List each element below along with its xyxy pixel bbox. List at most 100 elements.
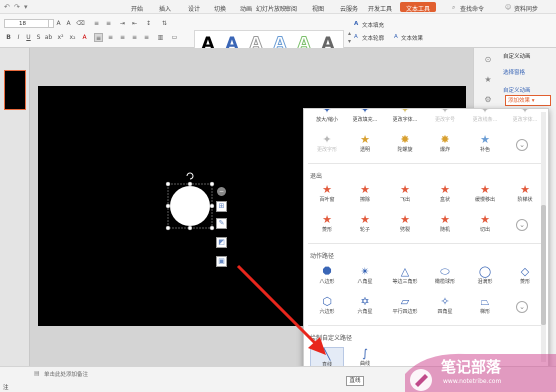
strikethrough-icon[interactable]: ab xyxy=(44,33,53,42)
sync-label[interactable]: 资料同步 xyxy=(514,4,538,13)
numbering-icon[interactable]: ≡ xyxy=(104,19,113,28)
menu-animation[interactable]: 动画 xyxy=(240,4,252,13)
float-crop-icon[interactable]: ◩ xyxy=(216,237,227,248)
menu-text-tools[interactable]: 文本工具 xyxy=(400,2,437,13)
menu-view[interactable]: 视图 xyxy=(312,4,324,13)
effect-change-line[interactable]: ✦ 更改线条... xyxy=(468,109,502,127)
path-four-star[interactable]: ✧ 四角星 xyxy=(428,295,462,319)
font-color-icon[interactable]: A xyxy=(80,33,89,42)
path-hexagon[interactable]: ⬡ 六边形 xyxy=(310,295,344,319)
float-minus-icon[interactable]: − xyxy=(217,187,226,196)
bold-icon[interactable]: B xyxy=(4,33,13,42)
effect-change-style[interactable]: ✦ 更改字形 xyxy=(310,133,344,157)
clear-format-icon[interactable]: ⌫ xyxy=(76,19,85,28)
path-parallelogram[interactable]: ▱ 平行四边形 xyxy=(388,295,422,319)
expand-exit-icon[interactable]: ⌄ xyxy=(516,219,528,231)
path-football[interactable]: ⬭ 橄榄球形 xyxy=(428,265,462,289)
search-icon[interactable]: ⌕ xyxy=(452,4,455,12)
float-image-icon[interactable]: ▣ xyxy=(216,256,227,267)
path-diamond[interactable]: ◇ 菱形 xyxy=(508,265,542,289)
line-spacing-icon[interactable]: ↕ xyxy=(144,19,153,28)
exit-box[interactable]: ★ 盒状 xyxy=(428,183,462,207)
text-outline-icon[interactable]: A xyxy=(354,34,358,40)
indent-icon[interactable]: ⇥ xyxy=(118,19,127,28)
gallery-down-icon[interactable]: ▾ xyxy=(348,38,351,45)
effect-transparent[interactable]: ★ 透明 xyxy=(348,133,382,157)
align-left-icon[interactable]: ≡ xyxy=(94,33,103,42)
dropdown-icon[interactable]: ▾ xyxy=(24,3,28,11)
menu-review[interactable]: 审阅 xyxy=(285,4,297,13)
effect-grow-shrink[interactable]: ✦ 放大/缩小 xyxy=(310,109,344,127)
underline-icon[interactable]: U xyxy=(24,33,33,42)
exit-fly-out[interactable]: ★ 飞出 xyxy=(388,183,422,207)
outdent-icon[interactable]: ⇤ xyxy=(130,19,139,28)
user-icon[interactable]: ☺ xyxy=(505,4,511,11)
exit-step-down[interactable]: ★ 阶梯状 xyxy=(508,183,542,207)
effect-change-font-2[interactable]: ✦ 更改字体... xyxy=(508,109,542,127)
text-outline-label[interactable]: 文本轮廓 xyxy=(362,34,384,42)
undo-icon[interactable]: ↶ xyxy=(4,3,10,11)
path-teardrop[interactable]: ◯ 泪滴形 xyxy=(468,265,502,289)
menu-slideshow[interactable]: 幻灯片放映 xyxy=(256,4,286,13)
exit-diamond[interactable]: ★ 菱形 xyxy=(310,213,344,237)
expand-emphasis-icon[interactable]: ⌄ xyxy=(516,139,528,151)
animation-star-icon[interactable]: ★ xyxy=(483,75,493,85)
exit-crawl-out[interactable]: ★ 缓慢移出 xyxy=(468,183,502,207)
text-effect-icon[interactable]: A xyxy=(394,34,398,40)
path-triangle[interactable]: △ 等边三角形 xyxy=(388,265,422,289)
effect-scrollbar-thumb[interactable] xyxy=(541,205,546,325)
redo-icon[interactable]: ↷ xyxy=(14,3,20,11)
menu-transition[interactable]: 切换 xyxy=(214,4,226,13)
italic-icon[interactable]: I xyxy=(14,33,23,42)
notes-placeholder[interactable]: 单击此处添加备注 xyxy=(44,370,88,378)
exit-cut[interactable]: ★ 切出 xyxy=(468,213,502,237)
grow-font-icon[interactable]: A xyxy=(54,19,63,28)
path-trapezoid[interactable]: ⏢ 梯形 xyxy=(468,295,502,319)
text-box-icon[interactable]: ▭ xyxy=(170,33,179,42)
exit-wheel[interactable]: ★ 轮子 xyxy=(348,213,382,237)
effect-spin[interactable]: ✸ 陀螺旋 xyxy=(388,133,422,157)
float-pen-icon[interactable]: ✎ xyxy=(216,218,227,229)
justify-icon[interactable]: ≡ xyxy=(130,33,139,42)
menu-start[interactable]: 开始 xyxy=(131,4,143,13)
effect-blast[interactable]: ✸ 爆炸 xyxy=(428,133,462,157)
search-command[interactable]: 查找命令 xyxy=(460,4,484,13)
path-octagon[interactable]: ⯃ 八边形 xyxy=(310,265,344,289)
columns-icon[interactable]: ▥ xyxy=(156,33,165,42)
subscript-icon[interactable]: x₂ xyxy=(68,33,77,42)
pin-icon[interactable]: ⊙ xyxy=(483,55,493,65)
text-direction-icon[interactable]: ⇅ xyxy=(160,19,169,28)
align-center-icon[interactable]: ≡ xyxy=(106,33,115,42)
text-fill-icon[interactable]: A xyxy=(354,21,358,27)
menu-devtools[interactable]: 开发工具 xyxy=(368,4,392,13)
text-effect-label[interactable]: 文本效果 xyxy=(401,34,423,42)
superscript-icon[interactable]: x² xyxy=(56,33,65,42)
shadow-icon[interactable]: S xyxy=(34,33,43,42)
menu-design[interactable]: 设计 xyxy=(188,4,200,13)
exit-split[interactable]: ★ 劈裂 xyxy=(388,213,422,237)
selected-circle-shape[interactable] xyxy=(160,168,240,268)
menu-insert[interactable]: 插入 xyxy=(159,4,171,13)
distribute-icon[interactable]: ≡ xyxy=(142,33,151,42)
slide-thumbnail-1[interactable] xyxy=(4,70,26,110)
settings-icon[interactable]: ⚙ xyxy=(483,95,493,105)
expand-path-icon[interactable]: ⌄ xyxy=(516,301,528,313)
bullets-icon[interactable]: ≡ xyxy=(92,19,101,28)
exit-wipe[interactable]: ★ 擦除 xyxy=(348,183,382,207)
font-size-combo[interactable]: 18 xyxy=(17,19,49,28)
select-pane-link[interactable]: 选择窗格 xyxy=(503,68,525,76)
exit-blinds[interactable]: ★ 百叶窗 xyxy=(310,183,344,207)
gallery-up-icon[interactable]: ▴ xyxy=(348,30,351,37)
align-right-icon[interactable]: ≡ xyxy=(118,33,127,42)
effect-complement[interactable]: ★ 补色 xyxy=(468,133,502,157)
effect-change-fill[interactable]: ✦ 更改填充... xyxy=(348,109,382,127)
text-fill-label[interactable]: 文本填充 xyxy=(362,21,384,29)
effect-change-size[interactable]: ✦ 更改字号 xyxy=(428,109,462,127)
effect-change-font[interactable]: ✦ 更改字体... xyxy=(388,109,422,127)
path-six-star[interactable]: ✡ 六角星 xyxy=(348,295,382,319)
float-layout-icon[interactable]: ⊞ xyxy=(216,201,227,212)
exit-random[interactable]: ★ 随机 xyxy=(428,213,462,237)
menu-cloud[interactable]: 云服务 xyxy=(340,4,358,13)
add-effect-button[interactable]: 添加效果 ▾ xyxy=(505,95,551,106)
shrink-font-icon[interactable]: A xyxy=(64,19,73,28)
